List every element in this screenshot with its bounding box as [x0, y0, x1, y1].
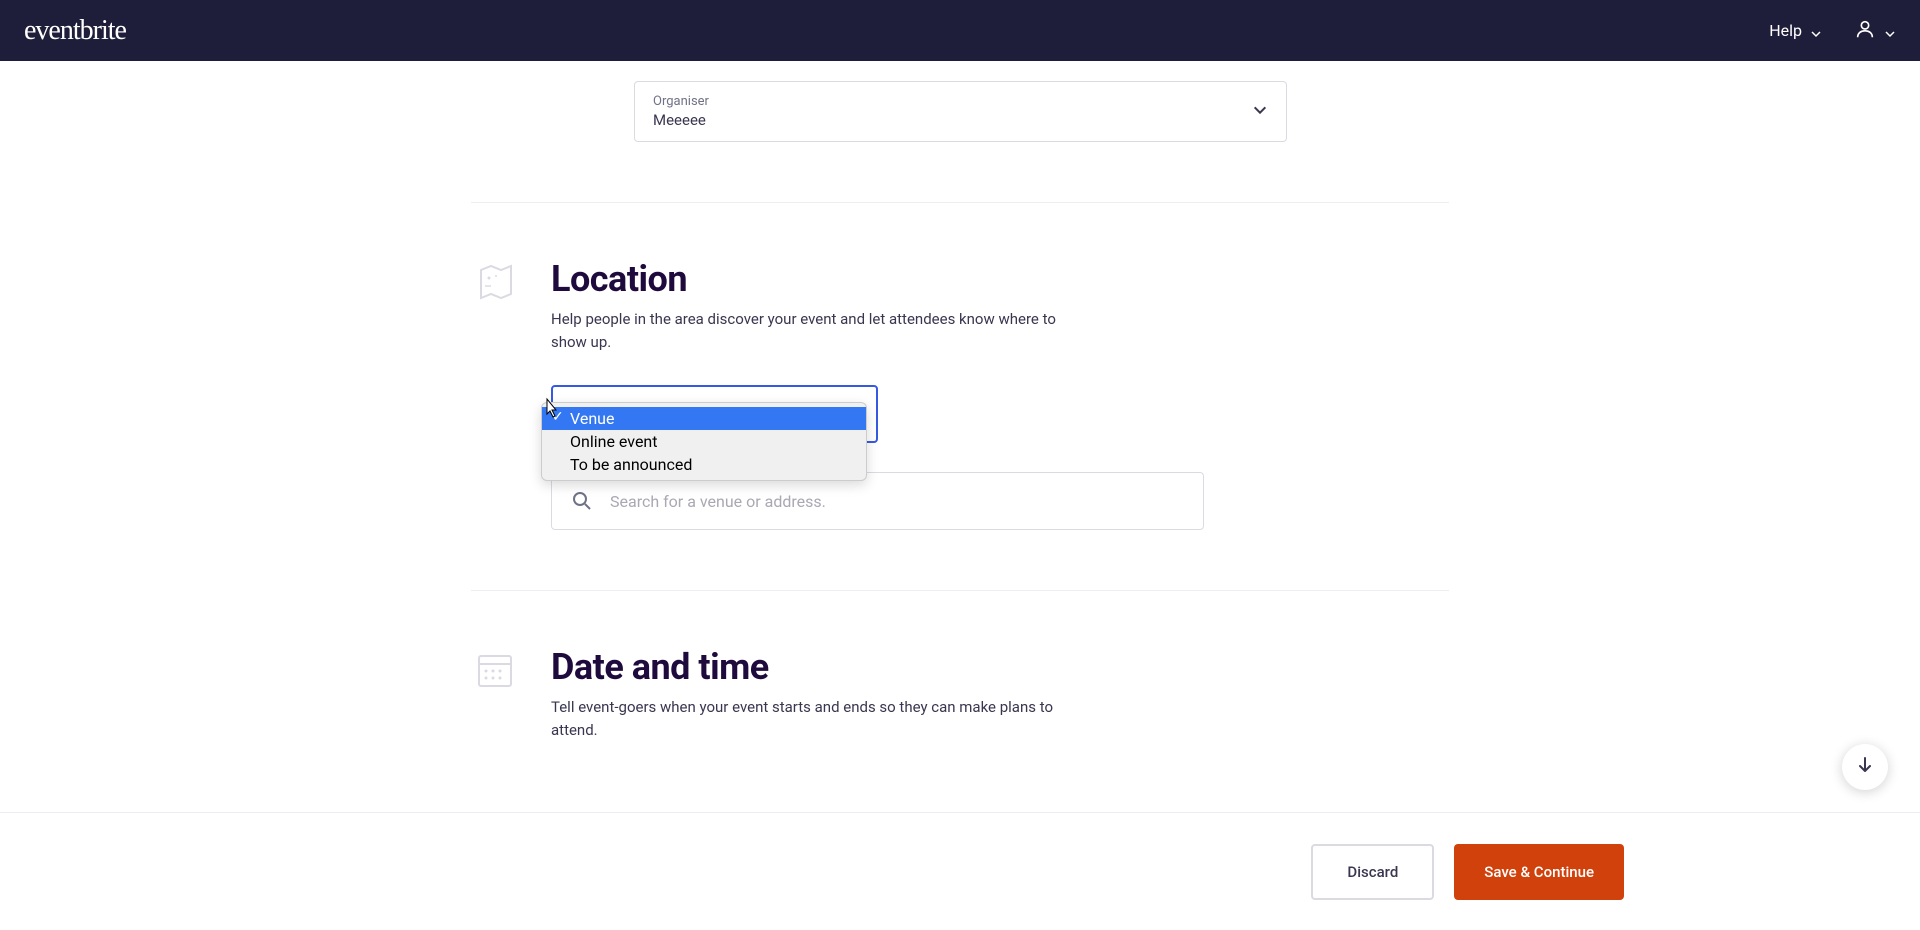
logo[interactable]: eventbrite [24, 15, 126, 47]
organiser-select[interactable]: Organiser Meeeee [634, 81, 1287, 142]
calendar-icon [471, 646, 519, 694]
search-icon [572, 491, 592, 511]
form-content: Organiser Meeeee Location Help people in… [179, 81, 1741, 741]
header-right: Help [1769, 18, 1896, 44]
help-label: Help [1769, 21, 1802, 40]
user-menu[interactable] [1854, 18, 1896, 44]
location-option-venue[interactable]: Venue [542, 407, 866, 430]
main-content: Organiser Meeeee Location Help people in… [0, 81, 1920, 741]
location-option-tba[interactable]: To be announced [542, 453, 866, 476]
help-link[interactable]: Help [1769, 21, 1822, 40]
location-option-online[interactable]: Online event [542, 430, 866, 453]
footer-action-bar: Discard Save & Continue [0, 812, 1920, 930]
organiser-value: Meeeee [653, 111, 709, 129]
scroll-down-fab[interactable] [1842, 744, 1888, 790]
discard-button[interactable]: Discard [1311, 844, 1434, 900]
save-continue-button[interactable]: Save & Continue [1454, 844, 1624, 900]
datetime-section: Date and time Tell event-goers when your… [471, 646, 1449, 741]
datetime-body: Date and time Tell event-goers when your… [551, 646, 1449, 741]
organiser-label: Organiser [653, 94, 709, 109]
app-header: eventbrite Help [0, 0, 1920, 61]
location-section: Location Help people in the area discove… [471, 258, 1449, 530]
chevron-down-icon [1810, 25, 1822, 37]
user-icon [1854, 18, 1876, 44]
section-divider [471, 590, 1449, 591]
section-divider [471, 202, 1449, 203]
chevron-down-icon [1252, 102, 1268, 122]
chevron-down-icon [1884, 25, 1896, 37]
location-description: Help people in the area discover your ev… [551, 308, 1071, 353]
datetime-description: Tell event-goers when your event starts … [551, 696, 1071, 741]
arrow-down-icon [1856, 756, 1874, 778]
map-icon [471, 258, 519, 306]
location-title: Location [551, 258, 1449, 300]
organiser-inner: Organiser Meeeee [653, 94, 709, 129]
datetime-title: Date and time [551, 646, 1449, 688]
venue-search-input[interactable] [610, 492, 1183, 511]
location-options-dropdown: Venue Online event To be announced [541, 402, 867, 481]
location-body: Location Help people in the area discove… [551, 258, 1449, 530]
